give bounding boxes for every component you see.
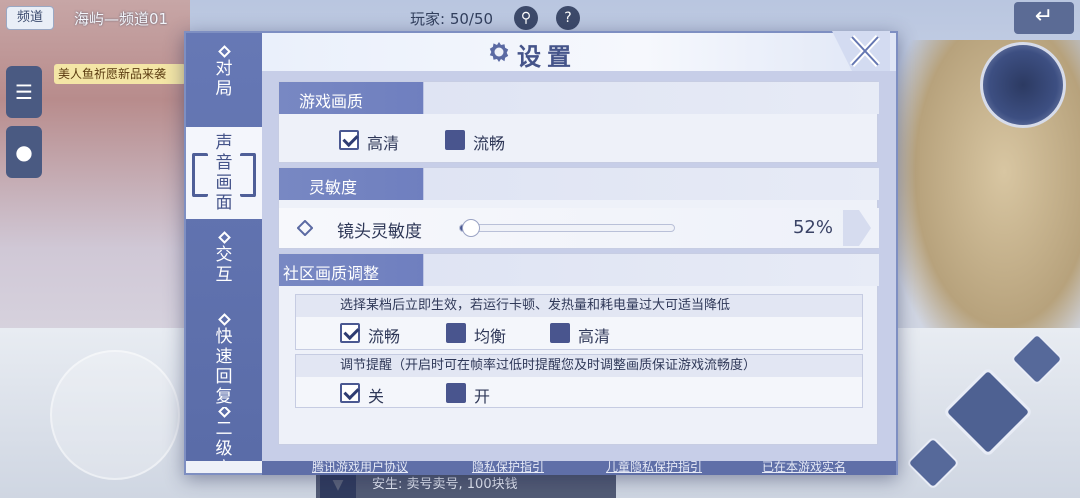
option-label: 流畅 [368, 327, 401, 346]
user-agreement-link[interactable]: 腾讯游戏用户协议 [312, 458, 408, 475]
tab-label: 对局 [215, 59, 233, 99]
tab-interaction[interactable]: 交互 [186, 231, 262, 303]
camera-sensitivity-slider[interactable] [459, 219, 675, 237]
reminder-on-checkbox[interactable] [446, 383, 466, 403]
player-count: 玩家: 50/50 [410, 10, 494, 28]
tab-match[interactable]: 对局 [186, 45, 262, 127]
dialog-title: 设置 [517, 43, 577, 71]
section-title: 灵敏度 [309, 178, 358, 197]
promo-banner[interactable]: 美人鱼祈愿新品来袭 [54, 64, 186, 84]
close-icon[interactable] [832, 31, 890, 71]
settings-content: 游戏画质 高清 流畅 灵敏度 镜头灵敏度 52% 社区画质调整 选择某档后立即生… [262, 71, 896, 461]
child-privacy-guide-link[interactable]: 儿童隐私保护指引 [606, 458, 702, 475]
section-game-quality: 游戏画质 高清 流畅 [278, 81, 879, 163]
section-title: 游戏画质 [299, 92, 364, 111]
settings-sidebar: 对局 声音画面 交互 快速回复 二级密 [186, 33, 262, 461]
selection-bracket-right [240, 153, 256, 197]
section-community-quality: 社区画质调整 选择某档后立即生效，若运行卡顿、发热量和耗电量过大可适当降低 流畅… [278, 253, 879, 445]
search-icon[interactable]: ⚲ [514, 6, 538, 30]
diamond-icon [217, 231, 231, 244]
tab-secondary-password[interactable]: 二级密 [186, 407, 262, 461]
option-label: 流畅 [473, 134, 506, 153]
slider-value: 52% [792, 217, 833, 238]
community-balanced-checkbox[interactable] [446, 323, 466, 343]
chat-message[interactable]: 安生: 卖号卖号, 100块钱 [316, 472, 616, 498]
slider-end-cap [843, 210, 871, 246]
diamond-icon [297, 220, 313, 236]
option-label: 高清 [367, 134, 400, 153]
section-sensitivity: 灵敏度 镜头灵敏度 52% [278, 167, 879, 249]
tab-sound-graphics[interactable]: 声音画面 [186, 127, 262, 219]
community-quality-panel: 选择某档后立即生效，若运行卡顿、发热量和耗电量过大可适当降低 流畅 均衡 高清 [295, 294, 863, 350]
quality-smooth-checkbox[interactable] [445, 130, 465, 150]
channel-name: 海屿—频道01 [74, 10, 169, 28]
back-arrow-icon[interactable]: ↵ [1014, 2, 1074, 34]
dialog-footer: 腾讯游戏用户协议 隐私保护指引 儿童隐私保护指引 已在本游戏实名 [262, 458, 896, 475]
dialog-header: 设置 [262, 31, 896, 71]
section-header: 游戏画质 [279, 82, 879, 114]
community-smooth-checkbox[interactable] [340, 323, 360, 343]
option-label: 开 [474, 387, 491, 406]
privacy-guide-link[interactable]: 隐私保护指引 [472, 458, 544, 475]
gear-icon [489, 42, 509, 62]
tab-quick-reply[interactable]: 快速回复 [186, 313, 262, 407]
section-title: 社区画质调整 [283, 264, 380, 283]
reminder-off-checkbox[interactable] [340, 383, 360, 403]
option-label: 关 [368, 387, 385, 406]
channel-button[interactable]: 频道 [6, 6, 54, 30]
option-label: 高清 [578, 327, 611, 346]
tab-label: 快速回复 [215, 327, 233, 407]
section-header: 灵敏度 [279, 168, 879, 200]
real-name-status-link[interactable]: 已在本游戏实名 [762, 458, 846, 475]
diamond-icon [217, 407, 231, 418]
help-icon[interactable]: ? [556, 6, 580, 30]
tab-label: 二级密 [215, 419, 233, 461]
option-label: 均衡 [474, 327, 507, 346]
panel-description: 调节提醒（开启时可在帧率过低时提醒您及时调整画质保证游戏流畅度） [296, 355, 862, 377]
slider-handle[interactable] [461, 219, 480, 237]
task-list-icon[interactable]: ☰ [6, 66, 42, 118]
diamond-icon [217, 45, 231, 58]
diamond-icon [217, 313, 231, 326]
community-hd-checkbox[interactable] [550, 323, 570, 343]
movement-joystick[interactable] [50, 350, 180, 480]
adjust-reminder-panel: 调节提醒（开启时可在帧率过低时提醒您及时调整画质保证游戏流畅度） 关 开 [295, 354, 863, 408]
settings-dialog: 对局 声音画面 交互 快速回复 二级密 设置 [184, 31, 898, 475]
panel-description: 选择某档后立即生效，若运行卡顿、发热量和耗电量过大可适当降低 [296, 295, 862, 317]
quality-hd-checkbox[interactable] [339, 130, 359, 150]
tab-label: 交互 [215, 245, 233, 285]
selection-bracket-left [192, 153, 208, 197]
minimap-compass[interactable] [980, 42, 1066, 128]
section-header: 社区画质调整 [279, 254, 879, 286]
tab-label: 声音画面 [215, 133, 233, 213]
friends-icon[interactable]: ● [6, 126, 42, 178]
camera-sensitivity-row: 镜头灵敏度 52% [279, 208, 879, 248]
slider-label: 镜头灵敏度 [337, 222, 422, 242]
